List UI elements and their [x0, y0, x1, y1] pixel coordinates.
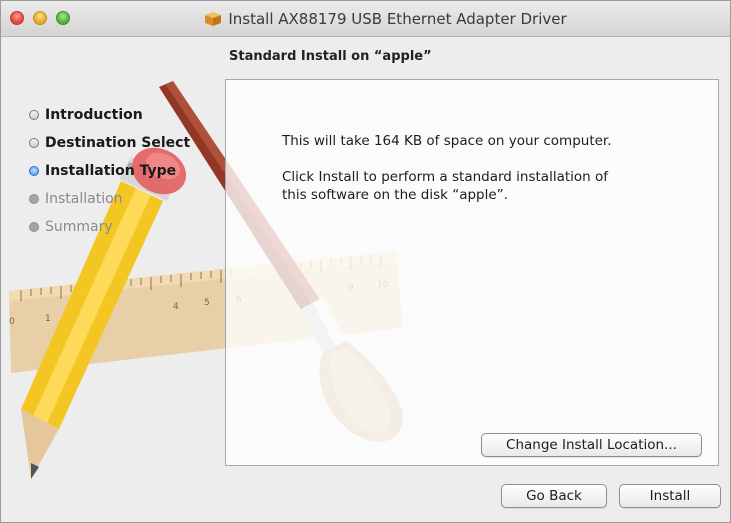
window-title: Install AX88179 USB Ethernet Adapter Dri… [228, 10, 567, 28]
install-button[interactable]: Install [619, 484, 721, 508]
step-current-bullet-icon [29, 166, 39, 176]
step-label: Summary [45, 219, 113, 235]
install-instruction-line-1: Click Install to perform a standard inst… [282, 169, 609, 185]
title-bar[interactable]: Install AX88179 USB Ethernet Adapter Dri… [1, 1, 730, 37]
go-back-button[interactable]: Go Back [501, 484, 607, 508]
step-destination-select: Destination Select [29, 133, 190, 153]
install-instruction-line-2: this software on the disk “apple”. [282, 187, 508, 203]
step-installation: Installation [29, 189, 123, 209]
step-label: Introduction [45, 107, 143, 123]
package-box-icon [205, 12, 222, 26]
step-label: Installation [45, 191, 123, 207]
step-label: Destination Select [45, 135, 191, 151]
installer-window: Install AX88179 USB Ethernet Adapter Dri… [0, 0, 731, 523]
step-pending-bullet-icon [29, 194, 39, 204]
step-completed-bullet-icon [29, 138, 39, 148]
step-completed-bullet-icon [29, 110, 39, 120]
ruler-number-5: 5 [204, 298, 210, 308]
content-panel: This will take 164 KB of space on your c… [225, 79, 719, 466]
disk-space-text: This will take 164 KB of space on your c… [282, 133, 612, 149]
change-install-location-button[interactable]: Change Install Location... [481, 433, 702, 457]
ruler-number-0: 0 [9, 317, 15, 327]
step-summary: Summary [29, 217, 113, 237]
step-installation-type: Installation Type [29, 161, 176, 181]
window-title-group: Install AX88179 USB Ethernet Adapter Dri… [1, 1, 730, 37]
ruler-number-4: 4 [173, 302, 179, 312]
ruler-number-1: 1 [45, 314, 51, 324]
step-pending-bullet-icon [29, 222, 39, 232]
step-label: Installation Type [45, 163, 177, 179]
step-introduction: Introduction [29, 105, 143, 125]
page-heading: Standard Install on “apple” [229, 49, 432, 64]
